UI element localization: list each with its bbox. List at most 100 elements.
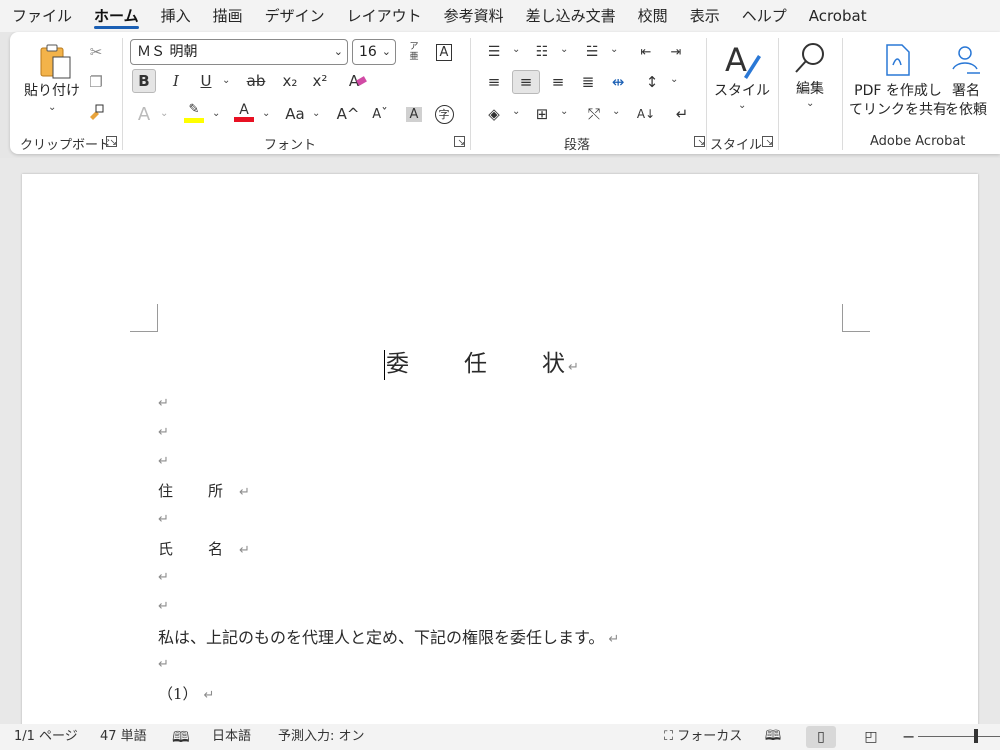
request-signature-label-2[interactable]: を依頼 (940, 101, 992, 120)
subscript-button[interactable]: x₂ (278, 69, 302, 93)
zoom-out-icon[interactable]: − (902, 724, 915, 750)
show-marks-icon[interactable]: ↵ (670, 102, 694, 126)
paste-icon[interactable] (36, 42, 76, 82)
sort-icon[interactable]: A↓ (634, 102, 658, 126)
text-direction-icon[interactable]: ⤲ (582, 102, 606, 126)
bullets-icon[interactable]: ☰ (482, 40, 506, 64)
highlight-button[interactable]: ✎ (182, 100, 206, 124)
highlight-dropdown-icon[interactable]: ⌄ (212, 108, 220, 119)
menu-tab[interactable]: 差し込み文書 (526, 0, 616, 32)
text-effects-dropdown-icon[interactable]: ⌄ (160, 108, 168, 119)
ime-prediction-status[interactable]: 予測入力: オン (278, 724, 365, 750)
pdf-share-icon[interactable] (880, 42, 914, 78)
menu-tab[interactable]: 参考資料 (444, 0, 504, 32)
clipboard-launcher-icon[interactable] (106, 136, 117, 147)
font-color-dropdown-icon[interactable]: ⌄ (262, 108, 270, 119)
request-signature-icon[interactable] (948, 42, 984, 78)
format-painter-icon[interactable] (84, 100, 108, 124)
multilevel-dropdown-icon[interactable]: ⌄ (610, 44, 618, 55)
zoom-slider-thumb[interactable] (974, 729, 978, 743)
pdf-share-label-1[interactable]: PDF を作成し (846, 82, 950, 101)
font-color-button[interactable]: A (232, 100, 256, 124)
multilevel-list-icon[interactable]: ☱ (580, 40, 604, 64)
read-mode-icon[interactable]: 🕮 (758, 726, 788, 748)
language-indicator[interactable]: 日本語 (212, 724, 251, 750)
address-field[interactable]: 住 所 ↵ (158, 480, 250, 501)
borders-icon[interactable]: ⊞ (530, 102, 554, 126)
cut-icon[interactable]: ✂ (84, 40, 108, 64)
menu-tab[interactable]: 校閲 (638, 0, 668, 32)
styles-icon[interactable]: A (720, 40, 764, 82)
document-page[interactable]: 委 任 状↵ ↵ ↵ ↵ 住 所 ↵ ↵ 氏 名 ↵ ↵ ↵ 私は、上記のものを代理… (22, 174, 978, 724)
menu-tab[interactable]: Acrobat (809, 0, 867, 32)
shading-icon[interactable]: ◈ (482, 102, 506, 126)
text-effects-button[interactable]: A (132, 102, 156, 126)
paste-label[interactable]: 貼り付け (24, 82, 80, 101)
menu-tab[interactable]: レイアウト (347, 0, 422, 32)
shrink-font-button[interactable]: Aˇ (368, 102, 392, 126)
line-spacing-icon[interactable]: ↕ (640, 70, 664, 94)
focus-mode-button[interactable]: ⛶ フォーカス (664, 724, 742, 750)
paragraph-launcher-icon[interactable] (694, 136, 705, 147)
menu-tab[interactable]: デザイン (265, 0, 325, 32)
numbering-icon[interactable]: ☷ (530, 40, 554, 64)
grow-font-button[interactable]: A^ (336, 102, 360, 126)
distributed-icon[interactable]: ⇹ (606, 70, 630, 94)
underline-button[interactable]: U (194, 69, 218, 93)
align-right-icon[interactable]: ≡ (546, 70, 570, 94)
name-field[interactable]: 氏 名 ↵ (158, 538, 250, 559)
styles-launcher-icon[interactable] (762, 136, 773, 147)
request-signature-label-1[interactable]: 署名 (940, 82, 992, 101)
increase-indent-icon[interactable]: ⇥ (664, 40, 688, 64)
font-launcher-icon[interactable] (454, 136, 465, 147)
font-size-select[interactable]: 16 ⌄ (352, 39, 396, 65)
underline-dropdown-icon[interactable]: ⌄ (222, 75, 230, 86)
strikethrough-button[interactable]: ab (244, 69, 268, 93)
editing-button-label[interactable]: 編集 (782, 80, 838, 99)
copy-icon[interactable]: ❐ (84, 70, 108, 94)
menu-tab[interactable]: 描画 (213, 0, 243, 32)
bullets-dropdown-icon[interactable]: ⌄ (512, 44, 520, 55)
bold-button[interactable]: B (132, 69, 156, 93)
decrease-indent-icon[interactable]: ⇤ (634, 40, 658, 64)
char-border-button[interactable]: A (432, 40, 456, 64)
editing-dropdown-icon[interactable]: ⌄ (806, 98, 814, 109)
menu-tab[interactable]: 挿入 (161, 0, 191, 32)
numbering-dropdown-icon[interactable]: ⌄ (560, 44, 568, 55)
proofing-book-icon[interactable]: 🕮 (172, 724, 190, 750)
item-number[interactable]: （1） ↵ (158, 683, 214, 704)
body-sentence[interactable]: 私は、上記のものを代理人と定め、下記の権限を委任します。 ↵ (158, 624, 619, 648)
enclose-char-button[interactable]: 字 (432, 102, 456, 126)
superscript-label: x² (312, 72, 328, 90)
font-name-select[interactable]: ＭＳ 明朝 ⌄ (130, 39, 348, 65)
menu-tab[interactable]: ファイル (12, 0, 72, 32)
align-center-icon[interactable]: ≡ (512, 70, 540, 94)
char-shading-button[interactable]: A (402, 102, 426, 126)
styles-button-label[interactable]: スタイル (712, 82, 772, 101)
styles-dropdown-icon[interactable]: ⌄ (738, 100, 746, 111)
word-count[interactable]: 47 単語 (100, 724, 147, 750)
shading-dropdown-icon[interactable]: ⌄ (512, 106, 520, 117)
ruby-button[interactable]: ア亜 (402, 40, 426, 64)
borders-dropdown-icon[interactable]: ⌄ (560, 106, 568, 117)
paste-dropdown-icon[interactable]: ⌄ (48, 102, 56, 113)
text-direction-dropdown-icon[interactable]: ⌄ (612, 106, 620, 117)
menu-tab[interactable]: ヘルプ (742, 0, 787, 32)
pdf-share-label-2[interactable]: てリンクを共有 (846, 101, 950, 120)
web-layout-icon[interactable]: ◰ (856, 726, 886, 748)
clear-formatting-button[interactable]: A (342, 69, 367, 93)
superscript-button[interactable]: x² (308, 69, 332, 93)
change-case-dropdown-icon[interactable]: ⌄ (312, 108, 320, 119)
document-title[interactable]: 委 任 状↵ (384, 344, 579, 380)
justify-icon[interactable]: ≣ (576, 70, 600, 94)
menu-tab[interactable]: ホーム (94, 0, 139, 32)
menu-tab[interactable]: 表示 (690, 0, 720, 32)
search-icon[interactable] (790, 38, 830, 78)
line-spacing-dropdown-icon[interactable]: ⌄ (670, 74, 678, 85)
italic-button[interactable]: I (164, 69, 188, 93)
align-left-icon[interactable]: ≡ (482, 70, 506, 94)
zoom-slider[interactable] (918, 729, 1000, 743)
page-count[interactable]: 1/1 ページ (14, 724, 78, 750)
print-layout-icon[interactable]: ▯ (806, 726, 836, 748)
change-case-button[interactable]: Aa (280, 102, 310, 126)
